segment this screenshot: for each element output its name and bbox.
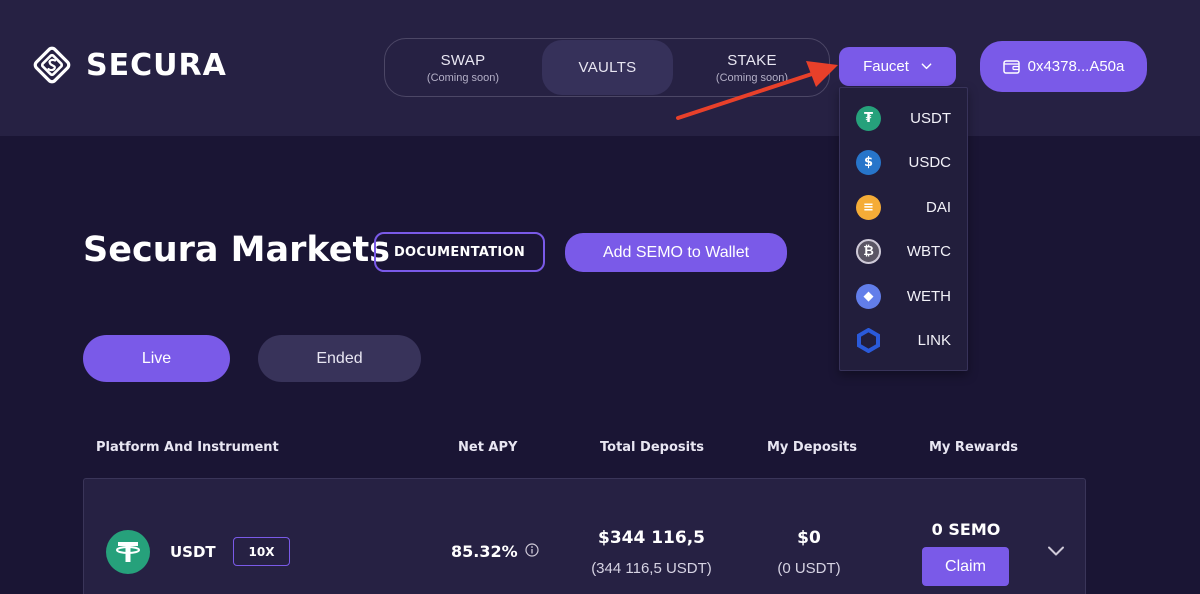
total-deposits-value: $344 116,5	[597, 528, 705, 548]
add-semo-button[interactable]: Add SEMO to Wallet	[565, 233, 787, 272]
faucet-item-link[interactable]: LINK	[840, 318, 967, 362]
faucet-item-label: DAI	[925, 198, 951, 216]
nav-tab-swap-label: SWAP	[440, 51, 486, 69]
top-header: SECURA SWAP (Coming soon) VAULTS STAKE (…	[0, 0, 1200, 136]
weth-icon: ◆	[856, 283, 881, 309]
nav-tab-vaults[interactable]: VAULTS	[542, 40, 673, 95]
documentation-button[interactable]: DOCUMENTATION	[374, 232, 545, 272]
faucet-item-label: USDC	[908, 153, 951, 171]
column-header-my-rewards: My Rewards	[929, 440, 1019, 455]
net-apy-value: 85.32%	[451, 542, 518, 561]
brand-logo[interactable]: SECURA	[32, 45, 227, 85]
chevron-down-icon	[921, 63, 932, 70]
faucet-dropdown-button[interactable]: Faucet	[839, 47, 956, 86]
faucet-item-dai[interactable]: ≡ DAI	[840, 185, 967, 229]
faucet-item-label: LINK	[917, 331, 951, 349]
my-deposits-token-value: (0 USDT)	[777, 560, 841, 577]
nav-tab-swap-sublabel: (Coming soon)	[426, 71, 500, 84]
table-row[interactable]: USDT 10X 85.32% $344 116,5 (344 116,5 US…	[83, 478, 1086, 594]
my-deposits-value: $0	[797, 528, 821, 548]
faucet-label: Faucet	[863, 58, 909, 75]
leverage-badge: 10X	[233, 537, 290, 566]
dai-icon: ≡	[856, 194, 881, 220]
total-deposits-token-value: (344 116,5 USDT)	[591, 560, 712, 577]
filter-ended-button[interactable]: Ended	[258, 335, 421, 382]
faucet-item-weth[interactable]: ◆ WETH	[840, 274, 967, 318]
column-header-net-apy: Net APY	[458, 440, 518, 455]
annotation-arrow-icon	[676, 61, 838, 120]
wallet-icon	[1002, 60, 1020, 74]
page-title: Secura Markets	[83, 230, 391, 270]
my-rewards-value: 0 SEMO	[931, 520, 1001, 539]
faucet-item-label: WETH	[906, 287, 951, 305]
wallet-button[interactable]: 0x4378...A50a	[980, 41, 1147, 92]
faucet-dropdown-menu: ₮ USDT $ USDC ≡ DAI ₿ WBTC ◆ WETH LINK	[839, 87, 968, 371]
usdt-icon: ₮	[856, 105, 881, 131]
usdc-icon: $	[856, 149, 881, 175]
row-token-name: USDT	[170, 543, 216, 561]
faucet-item-label: WBTC	[906, 242, 951, 260]
claim-button[interactable]: Claim	[922, 547, 1009, 586]
column-header-total-deposits: Total Deposits	[600, 440, 705, 455]
nav-tab-swap[interactable]: SWAP (Coming soon)	[385, 39, 541, 96]
secura-logo-icon	[33, 46, 71, 84]
chevron-down-icon[interactable]	[1047, 545, 1065, 557]
usdt-icon	[106, 530, 150, 574]
faucet-item-label: USDT	[910, 109, 951, 127]
wallet-address: 0x4378...A50a	[1027, 58, 1125, 75]
column-header-my-deposits: My Deposits	[767, 440, 857, 455]
info-icon[interactable]	[525, 543, 539, 557]
faucet-item-wbtc[interactable]: ₿ WBTC	[840, 229, 967, 273]
link-icon	[857, 327, 880, 353]
faucet-item-usdt[interactable]: ₮ USDT	[840, 96, 967, 140]
faucet-item-usdc[interactable]: $ USDC	[840, 140, 967, 184]
filter-live-button[interactable]: Live	[83, 335, 230, 382]
wbtc-icon: ₿	[856, 238, 881, 264]
nav-tab-vaults-label: VAULTS	[578, 59, 637, 76]
brand-name: SECURA	[86, 47, 227, 83]
column-header-platform: Platform And Instrument	[96, 440, 279, 455]
